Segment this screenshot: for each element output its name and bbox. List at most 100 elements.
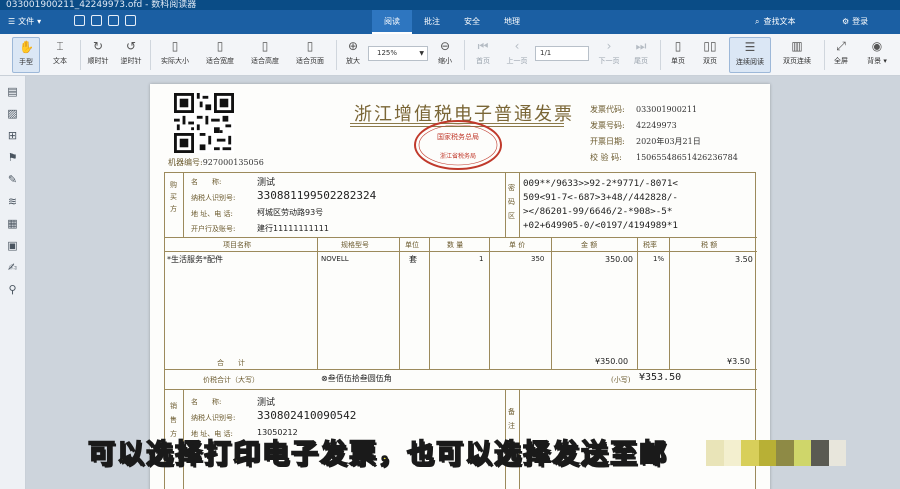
search-text-button[interactable]: ⌕ 查找文本 bbox=[755, 16, 795, 27]
item-amount: 350.00 bbox=[605, 255, 633, 264]
grand-total-small: ¥353.50 bbox=[639, 372, 682, 383]
file-menu[interactable]: ☰ 文件 ▾ bbox=[8, 16, 41, 27]
annotation-icon[interactable]: ✎ bbox=[6, 173, 19, 186]
item-tax: 3.50 bbox=[735, 255, 753, 264]
continuous-icon: ☰ bbox=[744, 40, 756, 54]
last-page-icon: ⏭ bbox=[635, 39, 647, 53]
invoice-page: 机器编号:927000135056 浙江增值税电子普通发票 国家税务总局 浙江省… bbox=[150, 84, 770, 489]
prev-page-button[interactable]: ‹ 上一页 bbox=[502, 37, 532, 73]
actual-size-button[interactable]: ▯ 实际大小 bbox=[156, 37, 194, 73]
attachment-icon[interactable]: ⚲ bbox=[6, 283, 19, 296]
page-number-input[interactable]: 1/1 bbox=[535, 46, 589, 61]
rotate-ccw-icon: ↺ bbox=[125, 39, 137, 53]
toolbar-divider bbox=[150, 40, 151, 70]
buyer-address: 柯城区劳动路93号 bbox=[257, 208, 324, 217]
fit-page-button[interactable]: ▯ 适合页面 bbox=[290, 37, 330, 73]
double-page-button[interactable]: ▯▯ 双页 bbox=[697, 37, 723, 73]
open-folder-icon[interactable] bbox=[74, 15, 85, 26]
seal-text: 国家税务总局 bbox=[437, 132, 479, 141]
buyer-address-label: 地 址、电 话: bbox=[191, 210, 233, 218]
quick-access bbox=[74, 15, 136, 26]
buyer-bank: 建行11111111111 bbox=[257, 224, 329, 233]
file-menu-label: 文件 bbox=[18, 17, 35, 26]
toolbar-divider bbox=[660, 40, 661, 70]
page-icon: ▯ bbox=[171, 39, 179, 53]
tab-read[interactable]: 阅读 bbox=[372, 10, 412, 34]
grand-small-label: (小写) bbox=[611, 376, 631, 384]
invoice-date: 2020年03月21日 bbox=[636, 137, 701, 146]
video-subtitle: 可以选择打印电子发票，也可以选择发送至邮 bbox=[87, 438, 668, 471]
fit-width-button[interactable]: ▯ 适合宽度 bbox=[200, 37, 240, 73]
toolbar-divider bbox=[824, 40, 825, 70]
first-page-button[interactable]: ⏮ 首页 bbox=[470, 37, 496, 73]
item-rate: 1% bbox=[653, 255, 665, 263]
rotate-cw-icon: ↻ bbox=[92, 39, 104, 53]
invoice-number: 42249973 bbox=[636, 121, 677, 130]
continuous-read-button[interactable]: ☰ 连续阅读 bbox=[729, 37, 771, 73]
blurred-area bbox=[706, 440, 846, 466]
next-page-button[interactable]: › 下一页 bbox=[594, 37, 624, 73]
grid-line bbox=[519, 173, 520, 237]
layers-icon[interactable]: ≋ bbox=[6, 195, 19, 208]
buyer-side-label: 购买方 bbox=[170, 181, 177, 213]
remark-label: 备注 bbox=[508, 408, 515, 430]
rotate-clockwise-button[interactable]: ↻ 顺时针 bbox=[84, 37, 112, 73]
grid-line bbox=[637, 237, 638, 369]
single-page-button[interactable]: ▯ 单页 bbox=[665, 37, 691, 73]
login-button[interactable]: ⚙ 登录 bbox=[842, 16, 868, 27]
rotate-counterclockwise-button[interactable]: ↺ 逆时针 bbox=[117, 37, 145, 73]
fullscreen-icon: ⤢ bbox=[836, 39, 846, 53]
chevron-right-icon: › bbox=[606, 39, 612, 53]
seal-text: 浙江省税务局 bbox=[440, 152, 476, 160]
tab-geo[interactable]: 地理 bbox=[492, 10, 532, 34]
seller-name-label: 名 称: bbox=[191, 398, 222, 406]
signature-icon[interactable]: ✍ bbox=[6, 261, 19, 274]
grand-total-upper: ⊗叁佰伍拾叁圆伍角 bbox=[321, 374, 392, 383]
cipher-text: 009**/9633>>92-2*9771/-8071< 509<91-7<-68… bbox=[523, 178, 678, 231]
tab-annotate[interactable]: 批注 bbox=[412, 10, 452, 34]
invoice-meta: 发票代码: 033001900211 发票号码: 42249973 开票日期: 202… bbox=[590, 105, 738, 162]
col-qty-header: 数 量 bbox=[447, 241, 464, 249]
thumbnail-icon[interactable]: ▨ bbox=[6, 107, 19, 120]
save-icon[interactable] bbox=[91, 15, 102, 26]
bookmark-icon[interactable]: ⚑ bbox=[6, 151, 19, 164]
item-qty: 1 bbox=[479, 255, 484, 263]
chevron-down-icon: ▾ bbox=[37, 17, 42, 26]
share-icon[interactable] bbox=[125, 15, 136, 26]
eye-icon: ◉ bbox=[871, 39, 883, 53]
last-page-button[interactable]: ⏭ 尾页 bbox=[628, 37, 654, 73]
clipboard-icon[interactable]: ▣ bbox=[6, 239, 19, 252]
seller-taxid-label: 纳税人识别号: bbox=[191, 414, 236, 422]
document-viewport[interactable]: 机器编号:927000135056 浙江增值税电子普通发票 国家税务总局 浙江省… bbox=[26, 76, 900, 489]
buyer-taxid: 330881199502282324 bbox=[257, 189, 377, 202]
toolbar-divider bbox=[80, 40, 81, 70]
fit-height-button[interactable]: ▯ 适合高度 bbox=[245, 37, 285, 73]
gear-icon: ⚙ bbox=[842, 17, 850, 26]
document-icon[interactable]: ▤ bbox=[6, 85, 19, 98]
zoom-in-button[interactable]: ⊕ 放大 bbox=[340, 37, 366, 73]
notes-icon[interactable]: ▦ bbox=[6, 217, 19, 230]
zoom-select[interactable]: 125% ▼ bbox=[368, 46, 428, 61]
zoom-out-button[interactable]: ⊖ 缩小 bbox=[432, 37, 458, 73]
col-rate-header: 税率 bbox=[643, 241, 657, 249]
col-unit-header: 单位 bbox=[405, 241, 419, 249]
background-button[interactable]: ◉ 背景 ▾ bbox=[860, 37, 894, 73]
search-icon: ⌕ bbox=[755, 16, 760, 26]
text-tool-button[interactable]: ⌶ 文本 bbox=[46, 37, 74, 73]
grand-total-label: 价税合计（大写） bbox=[203, 376, 259, 384]
double-continuous-button[interactable]: ▥ 双页连续 bbox=[776, 37, 818, 73]
item-price: 350 bbox=[531, 255, 545, 263]
hand-tool-button[interactable]: ✋ 手型 bbox=[12, 37, 40, 73]
invoice-code: 033001900211 bbox=[636, 105, 698, 114]
toolbar-divider bbox=[336, 40, 337, 70]
fullscreen-button[interactable]: ⤢ 全屏 bbox=[828, 37, 854, 73]
buyer-name-label: 名 称: bbox=[191, 178, 222, 186]
toolbar-divider bbox=[464, 40, 465, 70]
tab-security[interactable]: 安全 bbox=[452, 10, 492, 34]
print-icon[interactable] bbox=[108, 15, 119, 26]
menu-bar: ☰ 文件 ▾ 阅读 批注 安全 地理 ⌕ 查找文本 ⚙ 登录 bbox=[0, 10, 900, 34]
qr-code bbox=[174, 93, 234, 153]
seller-taxid: 330802410090542 bbox=[257, 409, 357, 422]
col-spec-header: 规格型号 bbox=[341, 241, 369, 249]
outline-icon[interactable]: ⊞ bbox=[6, 129, 19, 142]
